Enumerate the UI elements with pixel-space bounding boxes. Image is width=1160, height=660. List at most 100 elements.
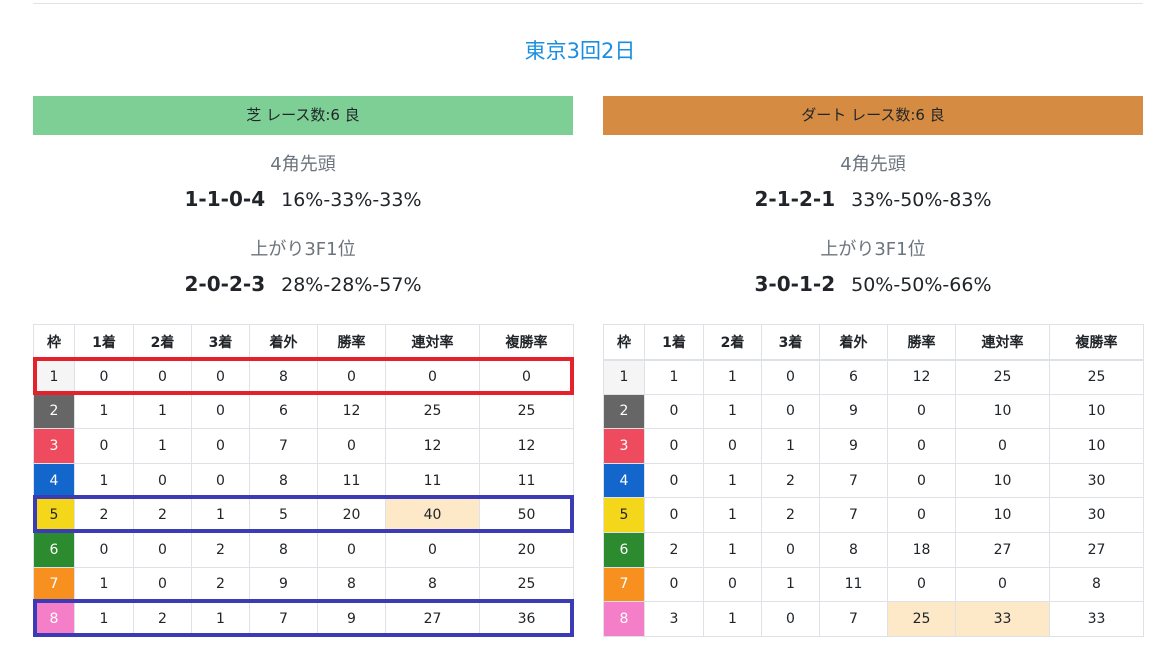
table-cell: 0	[703, 566, 762, 603]
table-header-row: 枠 1着 2着 3着 着外 勝率 連対率 複勝率	[33, 324, 574, 361]
table-cell: 0	[479, 359, 574, 395]
record-value: 1	[206, 187, 221, 211]
gate-number-cell: 8	[33, 601, 75, 637]
table-cell: 7	[819, 601, 888, 637]
table-cell: 0	[761, 601, 820, 637]
table-cell: 0	[133, 531, 192, 568]
table-cell: 25	[1049, 359, 1144, 395]
record-value: 4	[251, 187, 266, 211]
table-cell: 0	[385, 359, 480, 395]
table-cell: 18	[887, 531, 956, 568]
table-row: 4 1 0 0 8 11 11 11	[33, 462, 574, 499]
record-separator: -	[790, 272, 799, 296]
table-cell: 1	[644, 359, 704, 395]
table-cell: 0	[644, 393, 704, 430]
table-cell: 0	[74, 428, 134, 464]
table-cell: 12	[479, 428, 574, 464]
table-cell: 7	[249, 428, 318, 464]
table-cell: 0	[761, 531, 820, 568]
record-value: 3	[754, 272, 769, 296]
table-cell: 36	[479, 601, 574, 637]
table-cell: 2	[191, 531, 250, 568]
table-cell: 2	[644, 531, 704, 568]
table-row: 2 0 1 0 9 0 10 10	[603, 393, 1144, 430]
column-header: 枠	[603, 324, 645, 361]
table-row: 5 2 2 1 5 20 40 50	[33, 497, 574, 533]
table-cell: 27	[955, 531, 1050, 568]
table-row: 10008000	[33, 359, 574, 395]
table-cell: 8	[249, 462, 318, 499]
turf-last3f-title: 上がり3F1位	[250, 239, 356, 260]
table-cell: 2	[74, 497, 134, 533]
table-row: 7 1 0 2 9 8 8 25	[33, 566, 574, 603]
record-value: 1	[821, 187, 836, 211]
table-cell: 10	[955, 497, 1050, 533]
column-header: 着外	[249, 324, 318, 361]
gate-number-cell: 4	[603, 462, 645, 499]
table-row: 2 1 1 0 6 12 25 25	[33, 393, 574, 430]
column-header: 3着	[191, 324, 250, 361]
column-header: 着外	[819, 324, 888, 361]
record-separator: -	[812, 272, 822, 296]
table-cell: 1	[761, 428, 820, 464]
table-cell: 0	[385, 531, 480, 568]
table-cell: 7	[819, 462, 888, 499]
table-row: 3 0 0 1 9 0 0 10	[603, 428, 1144, 464]
table-cell: 3	[644, 601, 704, 637]
record-value: 0	[228, 187, 243, 211]
table-cell: 1	[703, 497, 762, 533]
table-cell: 1	[191, 497, 250, 533]
page-title[interactable]: 東京3回2日	[0, 35, 1160, 67]
dirt-corner-lead-title: 4角先頭	[840, 154, 906, 175]
gate-number-cell: 5	[33, 497, 75, 533]
table-row: 5 0 1 2 7 0 10 30	[603, 497, 1144, 533]
record-value: 2	[821, 272, 836, 296]
dirt-last3f-title: 上がり3F1位	[820, 239, 926, 260]
dirt-panel: ダート レース数:6 良 4角先頭 2-1-2-1 33%-50%-83% 上がり…	[603, 96, 1144, 637]
table-cell: 7	[249, 601, 318, 637]
table-cell: 0	[887, 393, 956, 430]
gate-number-cell: 8	[603, 601, 645, 637]
table-cell: 1	[74, 462, 134, 499]
column-header: 2着	[133, 324, 192, 361]
table-cell: 0	[761, 393, 820, 430]
table-row: 8 1 2 1 7 9 27 36	[33, 601, 574, 637]
table-cell: 8	[819, 531, 888, 568]
record-value: 2	[754, 187, 769, 211]
dirt-last3f-record: 3-0-1-2	[754, 272, 835, 296]
column-header: 1着	[74, 324, 134, 361]
table-cell: 1	[703, 601, 762, 637]
record-value: 0	[776, 272, 791, 296]
table-cell: 0	[887, 428, 956, 464]
record-value: 0	[206, 272, 221, 296]
table-cell: 8	[385, 566, 480, 603]
table-cell: 27	[1049, 531, 1144, 568]
dirt-gate-table: 枠 1着 2着 3着 着外 勝率 連対率 複勝率 1 1 1 0 6 12 25 25 2 0 1 0 9 0 10 10 3…	[603, 324, 1144, 637]
table-cell: 40	[385, 497, 480, 533]
record-separator: -	[812, 187, 822, 211]
table-cell: 11	[385, 462, 480, 499]
table-cell: 1	[703, 462, 762, 499]
record-separator: -	[198, 187, 207, 211]
table-cell: 2	[191, 566, 250, 603]
table-cell: 0	[887, 566, 956, 603]
table-cell: 8	[249, 359, 318, 395]
column-header: 枠	[33, 324, 75, 361]
record-value: 2	[228, 272, 243, 296]
table-cell: 6	[819, 359, 888, 395]
table-cell: 0	[191, 393, 250, 430]
table-row: 3 0 1 0 7 0 12 12	[33, 428, 574, 464]
gate-number-cell: 4	[33, 462, 75, 499]
table-cell: 10	[955, 462, 1050, 499]
column-header: 2着	[703, 324, 762, 361]
table-cell: 0	[644, 428, 704, 464]
dirt-corner-lead-line: 2-1-2-1 33%-50%-83%	[603, 186, 1143, 212]
column-header: 1着	[644, 324, 704, 361]
table-cell: 0	[317, 428, 386, 464]
turf-last3f-record: 2-0-2-3	[184, 272, 265, 296]
table-cell: 0	[74, 531, 134, 568]
table-row: 6 2 1 0 8 18 27 27	[603, 531, 1144, 568]
table-cell: 7	[819, 497, 888, 533]
table-cell: 25	[887, 601, 956, 637]
table-cell: 1	[761, 566, 820, 603]
